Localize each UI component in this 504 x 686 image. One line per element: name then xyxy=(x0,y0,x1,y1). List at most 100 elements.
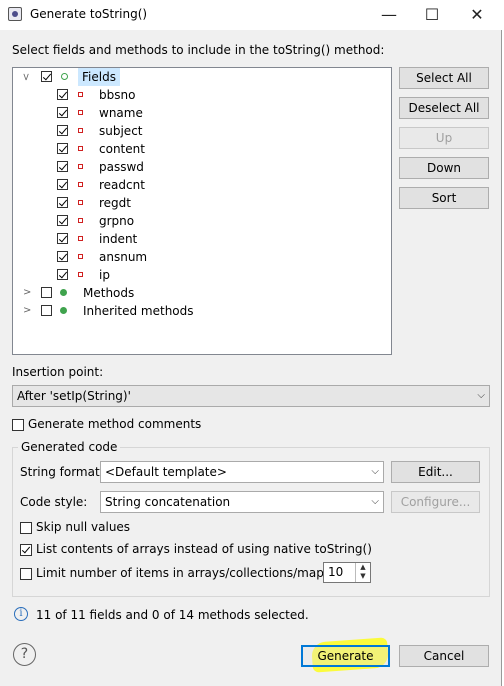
field-checkbox[interactable] xyxy=(57,125,68,136)
selection-status: 11 of 11 fields and 0 of 14 methods sele… xyxy=(36,608,309,622)
generate-button[interactable]: Generate xyxy=(301,645,390,667)
method-icon xyxy=(60,289,67,296)
fields-checkbox[interactable] xyxy=(41,71,52,82)
field-checkbox[interactable] xyxy=(57,89,68,100)
field-label: indent xyxy=(99,232,138,246)
tree-node-field[interactable]: bbsno xyxy=(13,86,391,104)
string-format-value: <Default template> xyxy=(105,465,227,479)
string-format-select[interactable]: <Default template> ⌵ xyxy=(100,461,384,483)
tree-node-inherited-methods[interactable]: > Inherited methods xyxy=(13,302,391,320)
private-field-icon xyxy=(78,218,83,223)
private-field-icon xyxy=(78,110,83,115)
limit-items-stepper[interactable]: 10 ▲ ▼ xyxy=(323,562,371,583)
methods-checkbox[interactable] xyxy=(41,287,52,298)
generate-comments-checkbox[interactable] xyxy=(12,419,24,431)
minimize-icon[interactable]: — xyxy=(378,4,400,26)
insertion-point-label: Insertion point: xyxy=(12,365,104,379)
inherited-methods-checkbox[interactable] xyxy=(41,305,52,316)
close-icon[interactable]: ✕ xyxy=(466,4,488,26)
method-icon xyxy=(60,307,67,314)
tree-node-field[interactable]: wname xyxy=(13,104,391,122)
tree-node-field[interactable]: grpno xyxy=(13,212,391,230)
info-icon: i xyxy=(14,607,28,621)
cancel-button[interactable]: Cancel xyxy=(399,645,489,667)
field-label: grpno xyxy=(99,214,135,228)
field-label: content xyxy=(99,142,145,156)
chevron-right-icon[interactable]: > xyxy=(23,302,31,320)
chevron-right-icon[interactable]: > xyxy=(23,284,31,302)
chevron-down-icon: ⌵ xyxy=(371,496,379,507)
tree-node-field[interactable]: passwd xyxy=(13,158,391,176)
skip-null-checkbox[interactable] xyxy=(20,522,32,534)
tree-node-field[interactable]: content xyxy=(13,140,391,158)
eclipse-app-icon xyxy=(8,7,22,21)
limit-items-checkbox[interactable] xyxy=(20,568,32,580)
field-label: subject xyxy=(99,124,143,138)
private-field-icon xyxy=(78,254,83,259)
field-checkbox[interactable] xyxy=(57,107,68,118)
insertion-point-select[interactable]: After 'setIp(String)' ⌵ xyxy=(12,385,490,407)
field-checkbox[interactable] xyxy=(57,179,68,190)
field-label: bbsno xyxy=(99,88,136,102)
tree-node-field[interactable]: indent xyxy=(13,230,391,248)
private-field-icon xyxy=(78,164,83,169)
inherited-methods-label: Inherited methods xyxy=(83,304,194,318)
field-label: regdt xyxy=(99,196,131,210)
code-style-value: String concatenation xyxy=(105,495,231,509)
select-all-button[interactable]: Select All xyxy=(399,67,489,89)
configure-button[interactable]: Configure... xyxy=(391,491,480,513)
private-field-icon xyxy=(78,272,83,277)
edit-button[interactable]: Edit... xyxy=(391,461,480,483)
private-field-icon xyxy=(78,146,83,151)
tree-node-field[interactable]: readcnt xyxy=(13,176,391,194)
field-label: ansnum xyxy=(99,250,148,264)
title-bar: Generate toString() — ☐ ✕ xyxy=(0,0,504,30)
field-checkbox[interactable] xyxy=(57,251,68,262)
generate-comments-label: Generate method comments xyxy=(28,417,202,431)
tree-node-methods[interactable]: > Methods xyxy=(13,284,391,302)
private-field-icon xyxy=(78,128,83,133)
code-style-select[interactable]: String concatenation ⌵ xyxy=(100,491,384,513)
up-button[interactable]: Up xyxy=(399,127,489,149)
down-button[interactable]: Down xyxy=(399,157,489,179)
private-field-icon xyxy=(78,182,83,187)
tree-node-field[interactable]: regdt xyxy=(13,194,391,212)
chevron-down-icon: ⌵ xyxy=(371,466,379,477)
field-checkbox[interactable] xyxy=(57,161,68,172)
field-label: passwd xyxy=(99,160,144,174)
field-checkbox[interactable] xyxy=(57,233,68,244)
tree-node-field[interactable]: ip xyxy=(13,266,391,284)
limit-items-value[interactable]: 10 xyxy=(328,565,343,579)
chevron-down-icon[interactable]: > xyxy=(16,73,34,81)
instruction-label: Select fields and methods to include in … xyxy=(12,43,385,57)
fields-label: Fields xyxy=(78,68,120,86)
insertion-point-value: After 'setIp(String)' xyxy=(17,389,131,403)
list-arrays-label: List contents of arrays instead of using… xyxy=(36,542,372,556)
private-field-icon xyxy=(78,200,83,205)
skip-null-label: Skip null values xyxy=(36,520,131,534)
field-checkbox[interactable] xyxy=(57,143,68,154)
stepper-arrows-icon[interactable]: ▲ ▼ xyxy=(355,563,370,582)
field-label: ip xyxy=(99,268,110,282)
help-icon[interactable]: ? xyxy=(13,643,36,666)
field-label: wname xyxy=(99,106,143,120)
field-checkbox[interactable] xyxy=(57,215,68,226)
private-field-icon xyxy=(78,236,83,241)
sort-button[interactable]: Sort xyxy=(399,187,489,209)
maximize-icon[interactable]: ☐ xyxy=(421,4,443,26)
generated-code-title: Generated code xyxy=(18,440,121,454)
field-checkbox[interactable] xyxy=(57,269,68,280)
code-style-label: Code style: xyxy=(20,495,88,509)
fields-tree[interactable]: > Fields bbsno wname subject content passwd r… xyxy=(12,67,392,355)
string-format-label: String format: xyxy=(20,465,104,479)
tree-node-field[interactable]: subject xyxy=(13,122,391,140)
field-checkbox[interactable] xyxy=(57,197,68,208)
list-arrays-checkbox[interactable] xyxy=(20,544,32,556)
tree-node-field[interactable]: ansnum xyxy=(13,248,391,266)
methods-label: Methods xyxy=(83,286,135,300)
chevron-down-icon: ⌵ xyxy=(477,390,485,401)
fields-group-icon xyxy=(61,73,68,80)
deselect-all-button[interactable]: Deselect All xyxy=(399,97,489,119)
private-field-icon xyxy=(78,92,83,97)
tree-node-fields[interactable]: > Fields xyxy=(13,68,391,86)
